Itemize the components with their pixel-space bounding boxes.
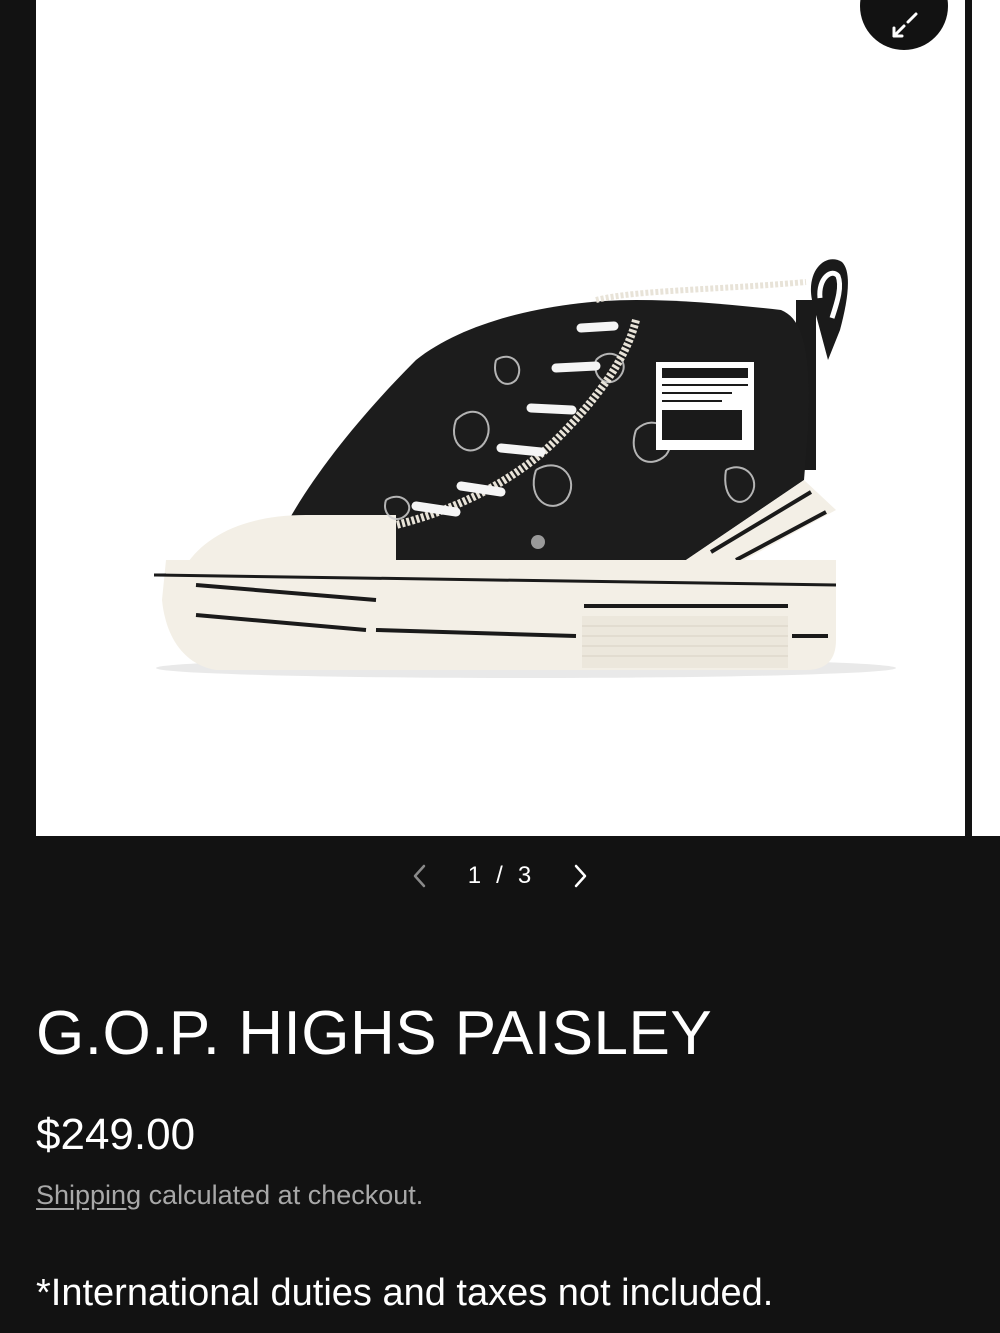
chevron-right-icon xyxy=(574,864,587,888)
slider-prev-button[interactable] xyxy=(398,854,442,898)
slide-counter-current: 1 xyxy=(467,862,483,889)
product-title: G.O.P. HIGHS PAISLEY xyxy=(36,999,713,1068)
slide-counter-separator: / xyxy=(496,862,504,889)
chevron-left-icon xyxy=(413,864,426,888)
product-price: $249.00 xyxy=(36,1110,196,1159)
product-media-frame[interactable] xyxy=(36,0,965,836)
product-page: 1 / 3 G.O.P. HIGHS PAISLEY $249.00 Shipp… xyxy=(0,0,1000,1333)
expand-icon xyxy=(892,12,918,38)
slide-counter-total: 3 xyxy=(517,862,533,889)
slider-next-button[interactable] xyxy=(558,854,602,898)
slider-controls: 1 / 3 xyxy=(0,852,1000,900)
slide-counter: 1 / 3 xyxy=(468,862,532,890)
product-image xyxy=(154,259,896,678)
shipping-link[interactable]: Shipping xyxy=(36,1180,141,1210)
next-media-peek[interactable] xyxy=(972,0,1000,836)
duties-note: *International duties and taxes not incl… xyxy=(36,1272,774,1314)
shipping-note-text: calculated at checkout. xyxy=(141,1180,424,1210)
shipping-note: Shipping calculated at checkout. xyxy=(36,1180,423,1211)
